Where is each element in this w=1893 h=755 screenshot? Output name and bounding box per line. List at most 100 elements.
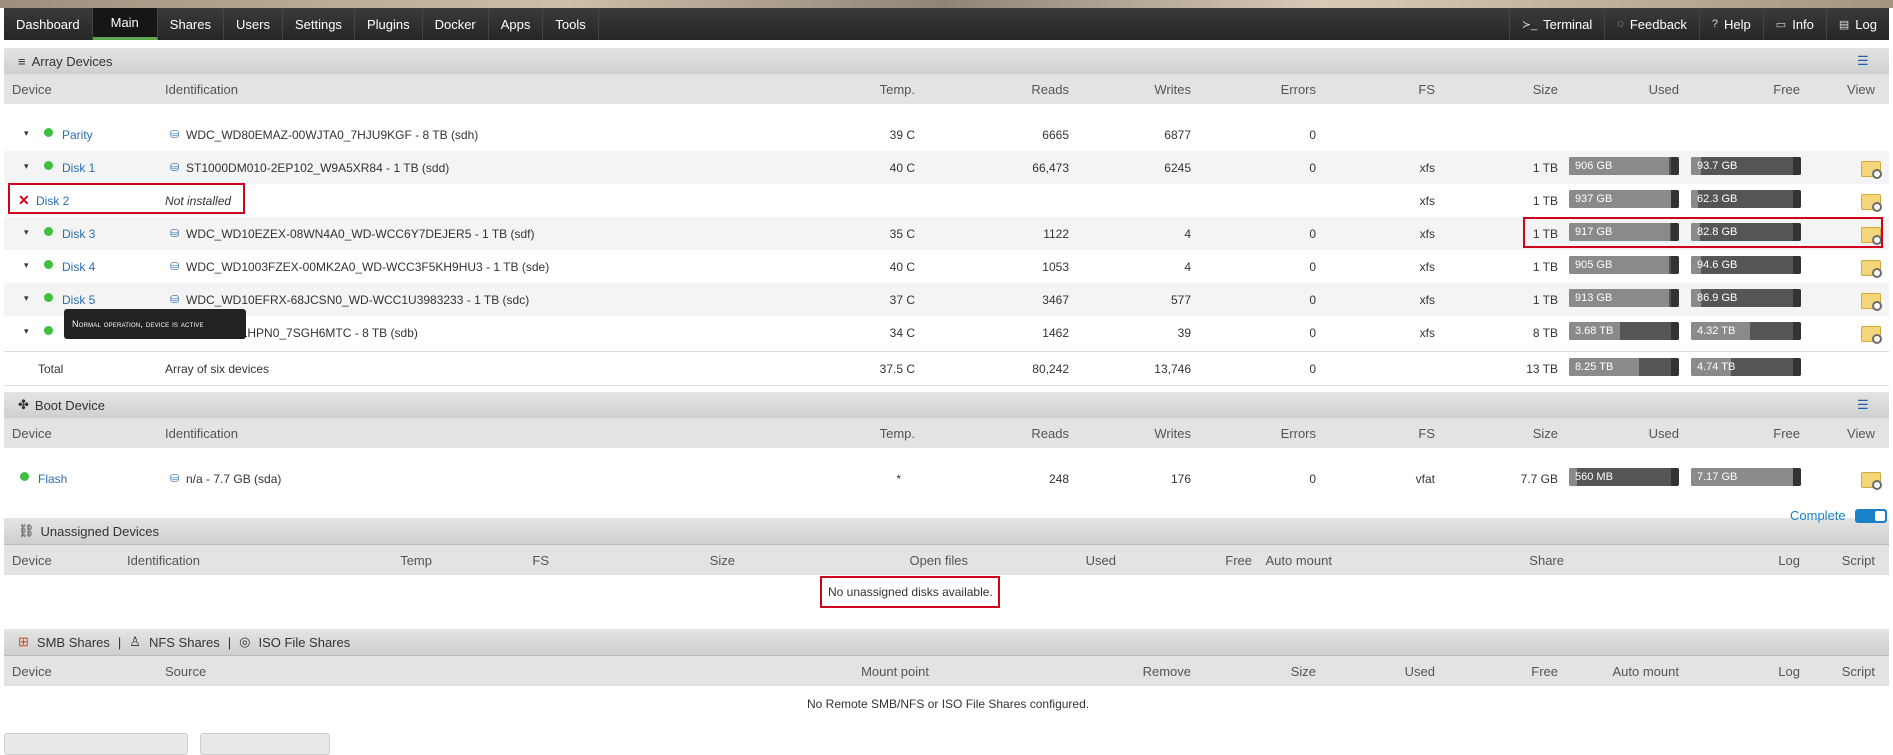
identification-link[interactable]: WDC_WD80EMAZ-00WJTA0_7HJU9KGF - 8 TB (sd…: [186, 128, 478, 142]
cell-writes: 577: [1170, 293, 1191, 307]
linux-icon: ♙: [129, 634, 141, 649]
column-header: Size: [1532, 426, 1558, 441]
expand-icon[interactable]: ▾: [24, 293, 29, 304]
main-nav: Dashboard Main Shares Users Settings Plugins D…: [4, 8, 1889, 40]
status-dot-icon: [44, 161, 53, 170]
column-header: Free: [1773, 82, 1800, 97]
column-header: Errors: [1280, 426, 1316, 441]
cell-reads: 1462: [1042, 326, 1069, 340]
identification-link[interactable]: WDC_WD10EFRX-68JCSN0_WD-WCC1U3983233 - 1…: [186, 293, 529, 307]
nav-feedback[interactable]: ◌ Feedback: [1604, 8, 1699, 40]
tab-smb-shares[interactable]: SMB Shares: [37, 635, 110, 650]
expand-icon[interactable]: ▾: [24, 227, 29, 238]
drive-icon: ⛁: [170, 261, 180, 273]
device-link[interactable]: Parity: [62, 128, 93, 142]
nav-main[interactable]: Main: [92, 8, 158, 40]
view-files-icon[interactable]: [1861, 326, 1882, 344]
used-bar-edge: [1671, 289, 1679, 307]
complete-toggle[interactable]: [1855, 509, 1887, 523]
column-header: Identification: [165, 82, 238, 97]
cell-size: 1 TB: [1532, 260, 1558, 274]
column-header: Used: [1648, 426, 1679, 441]
nav-log[interactable]: ▤ Log: [1825, 8, 1889, 40]
nav-settings[interactable]: Settings: [283, 8, 355, 40]
view-files-icon[interactable]: [1861, 161, 1882, 179]
table-row: ▾⛁0EFAX-68LHPN0_7SGH6MTC - 8 TB (sdb)34 …: [4, 316, 1889, 349]
column-header: View: [1847, 82, 1875, 97]
cell-fs: xfs: [1419, 161, 1435, 175]
expand-icon[interactable]: ▾: [24, 326, 29, 337]
free-bar: 93.7 GB: [1691, 157, 1801, 175]
column-header: Free: [1225, 553, 1252, 568]
cell-reads: 1053: [1042, 260, 1069, 274]
cell-fs: vfat: [1415, 472, 1435, 486]
device-link[interactable]: Disk 3: [62, 227, 95, 241]
device-link[interactable]: Flash: [38, 472, 67, 486]
feedback-icon: ◌: [1617, 18, 1624, 30]
cell-temp: 37 C: [889, 293, 915, 307]
nav-shares[interactable]: Shares: [158, 8, 224, 40]
nav-terminal[interactable]: ≻_ Terminal: [1508, 8, 1604, 40]
shares-table-header: Device Source Mount point Remove Size Used Fre…: [4, 656, 1889, 686]
expand-icon[interactable]: ▾: [24, 128, 29, 139]
cell-fs: xfs: [1419, 227, 1435, 241]
used-bar-edge: [1671, 322, 1679, 340]
column-header: Temp.: [879, 82, 915, 97]
bottom-button[interactable]: [4, 733, 188, 755]
list-view-icon[interactable]: ☰: [1857, 398, 1871, 412]
nav-label: Feedback: [1629, 16, 1687, 32]
cell-fs: xfs: [1419, 326, 1435, 340]
status-dot-icon: [44, 128, 53, 137]
nav-label: Info: [1792, 16, 1814, 32]
drive-icon: ⛁: [170, 228, 180, 240]
identification-link[interactable]: WDC_WD1003FZEX-00MK2A0_WD-WCC3F5KH9HU3 -…: [186, 260, 549, 274]
expand-icon[interactable]: ▾: [24, 161, 29, 172]
used-bar-text: 905 GB: [1575, 259, 1613, 271]
nav-users[interactable]: Users: [224, 8, 283, 40]
nav-tools[interactable]: Tools: [543, 8, 599, 40]
column-header: Device: [12, 553, 52, 568]
identification-link[interactable]: ST1000DM010-2EP102_W9A5XR84 - 1 TB (sdd): [186, 161, 449, 175]
nav-plugins[interactable]: Plugins: [355, 8, 423, 40]
view-files-icon[interactable]: [1861, 293, 1882, 311]
nav-info[interactable]: ▭ Info: [1762, 8, 1826, 40]
view-files-icon[interactable]: [1861, 472, 1882, 490]
used-bar-text: 913 GB: [1575, 292, 1613, 304]
device-link[interactable]: Disk 4: [62, 260, 95, 274]
column-header: Share: [1529, 553, 1564, 568]
database-icon: ≡: [18, 53, 26, 69]
column-header: Device: [12, 82, 52, 97]
list-view-icon[interactable]: ☰: [1857, 54, 1871, 68]
cell-reads: 66,473: [1032, 161, 1069, 175]
view-files-icon[interactable]: [1861, 194, 1882, 212]
tab-iso-file-shares[interactable]: ISO File Shares: [258, 635, 350, 650]
nav-label: Terminal: [1543, 16, 1593, 32]
device-link[interactable]: Disk 5: [62, 293, 95, 307]
free-bar: 94.6 GB: [1691, 256, 1801, 274]
device-link[interactable]: Disk 1: [62, 161, 95, 175]
cell-size: 1 TB: [1532, 194, 1558, 208]
cell-writes: 6245: [1164, 161, 1191, 175]
nav-docker[interactable]: Docker: [423, 8, 489, 40]
nav-help[interactable]: ? Help: [1698, 8, 1763, 40]
column-header: Used: [1085, 553, 1116, 568]
column-header: FS: [1418, 426, 1435, 441]
nav-dashboard[interactable]: Dashboard: [4, 8, 93, 40]
view-files-icon[interactable]: [1861, 260, 1882, 278]
cell-size: 7.7 GB: [1520, 472, 1558, 486]
bottom-button[interactable]: [200, 733, 330, 755]
unassigned-table-header: Device Identification Temp FS Size Open files…: [4, 545, 1889, 575]
complete-label[interactable]: Complete: [1790, 508, 1846, 523]
used-bar-text: 8.25 TB: [1575, 361, 1614, 373]
column-header: Temp: [400, 553, 432, 568]
identification-link[interactable]: WDC_WD10EZEX-08WN4A0_WD-WCC6Y7DEJER5 - 1…: [186, 227, 535, 241]
nav-apps[interactable]: Apps: [489, 8, 544, 40]
used-bar: 905 GB: [1569, 256, 1679, 274]
tab-nfs-shares[interactable]: NFS Shares: [149, 635, 220, 650]
used-bar-text: 937 GB: [1575, 193, 1613, 205]
column-header: Reads: [1031, 82, 1069, 97]
expand-icon[interactable]: ▾: [24, 260, 29, 271]
cell-errors: 0: [1309, 472, 1316, 486]
used-bar-edge: [1671, 157, 1679, 175]
column-header: Size: [1290, 664, 1316, 679]
